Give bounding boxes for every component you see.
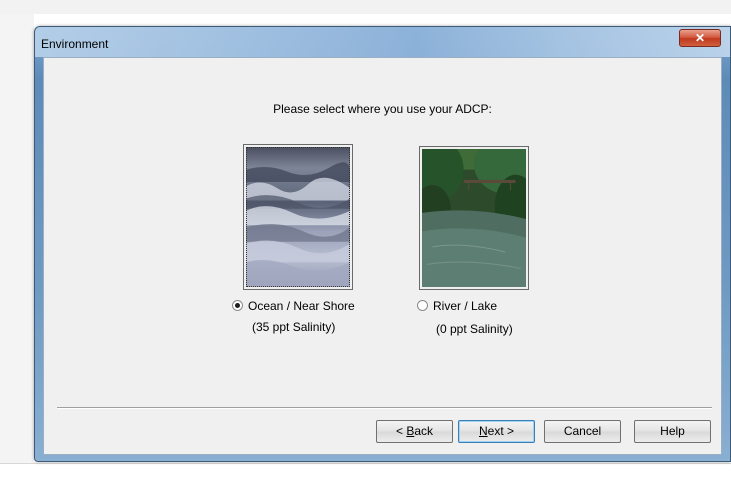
river-radio-label: River / Lake [433, 299, 498, 313]
back-button-label: ack [414, 424, 434, 438]
button-separator [57, 407, 712, 409]
cancel-button[interactable]: Cancel [544, 420, 621, 443]
prompt-text: Please select where you use your ADCP: [273, 102, 492, 116]
title-bar[interactable]: Environment ✕ [35, 27, 730, 57]
title-bar-background [35, 27, 730, 57]
help-button-label: Help [660, 424, 685, 438]
ocean-image-button[interactable] [243, 144, 353, 290]
river-photo [422, 149, 526, 287]
ocean-waves-photo [246, 147, 350, 287]
desktop-bottom-strip [0, 463, 731, 484]
environment-dialog: Environment ✕ Please select where you us… [34, 26, 731, 462]
desktop-top-strip [0, 0, 731, 14]
river-radio-option[interactable]: River / Lake [417, 299, 497, 313]
ocean-radio-option[interactable]: Ocean / Near Shore [232, 299, 355, 313]
ocean-radio-label: Ocean / Near Shore [248, 299, 355, 313]
ocean-radio-button[interactable] [232, 300, 243, 311]
next-button-accel: N [478, 424, 488, 438]
cancel-button-label: Cancel [563, 424, 602, 438]
river-salinity-label: (0 ppt Salinity) [436, 322, 513, 336]
ocean-salinity-label: (35 ppt Salinity) [252, 320, 336, 334]
river-radio-button[interactable] [417, 300, 428, 311]
window-title: Environment [41, 37, 109, 51]
river-image-button[interactable] [419, 146, 529, 290]
dialog-client-area: Please select where you use your ADCP: O… [43, 57, 722, 455]
help-button[interactable]: Help [634, 420, 711, 443]
back-button[interactable]: < Back [376, 420, 453, 443]
desktop-left-strip [0, 14, 34, 464]
back-button-prefix: < [395, 424, 407, 438]
next-button-label: ext > [487, 424, 515, 438]
next-button[interactable]: Next > [458, 420, 535, 443]
close-icon: ✕ [694, 31, 706, 45]
close-button[interactable]: ✕ [679, 29, 721, 47]
